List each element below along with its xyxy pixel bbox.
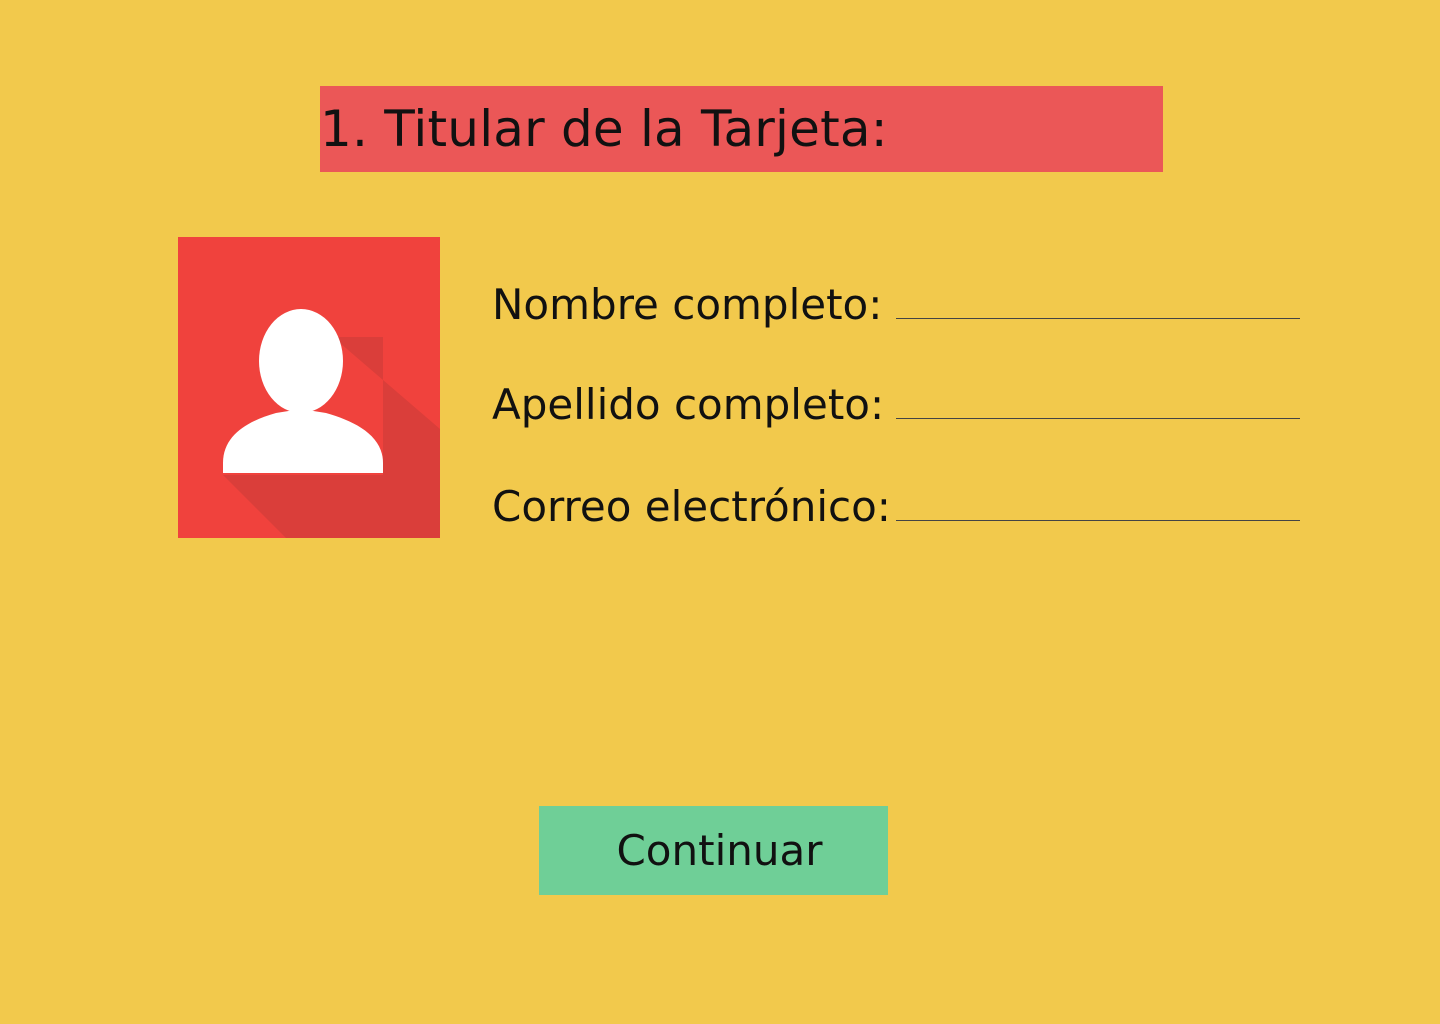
full-name-field[interactable] [896,318,1300,319]
section-title-banner: 1. Titular de la Tarjeta: [320,86,1163,172]
last-name-label: Apellido completo: [492,380,885,429]
email-label: Correo electrónico: [492,482,891,531]
email-field[interactable] [896,520,1300,521]
page-title: 1. Titular de la Tarjeta: [320,100,888,158]
full-name-label: Nombre completo: [492,280,883,329]
continue-button[interactable]: Continuar [539,806,888,895]
user-avatar[interactable] [178,237,440,538]
last-name-field[interactable] [896,418,1300,419]
user-silhouette-icon [178,237,440,538]
continue-button-label: Continuar [616,825,823,875]
